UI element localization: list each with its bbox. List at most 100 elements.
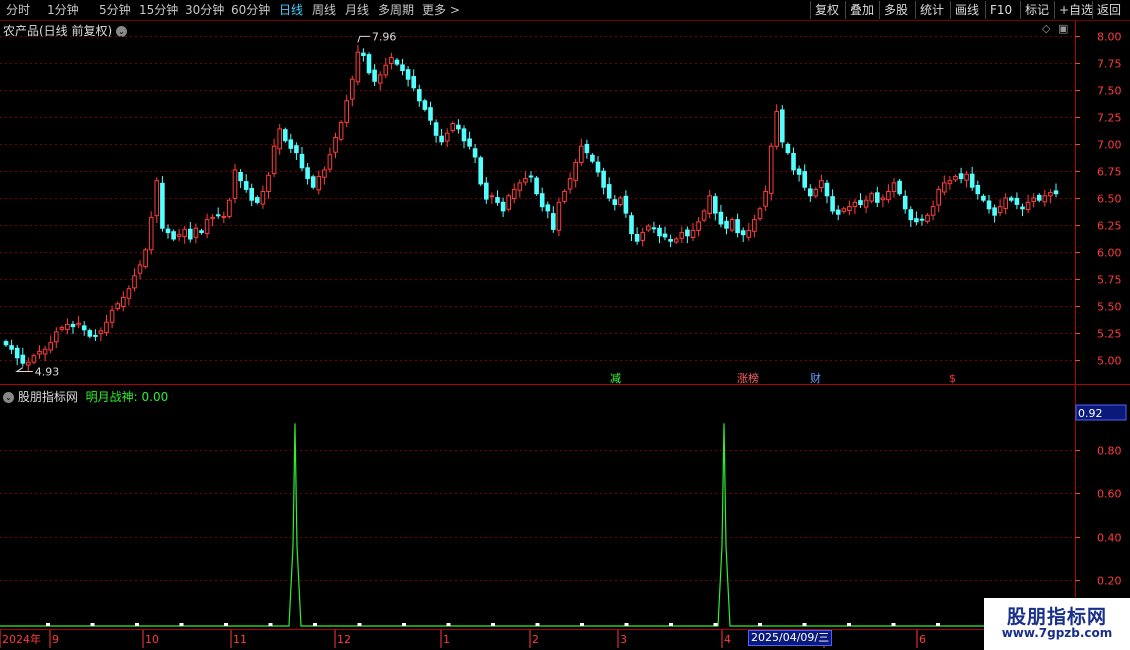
candle-down — [171, 231, 176, 240]
candle-up — [316, 175, 322, 191]
candle-up — [517, 182, 523, 191]
candle-up — [886, 191, 891, 201]
candle-up — [1042, 195, 1048, 203]
marker-jian[interactable]: 减 — [610, 372, 621, 385]
candle-down — [484, 182, 489, 200]
candle-down — [735, 219, 740, 234]
marker-cai[interactable]: 财 — [810, 371, 821, 385]
candle-up — [1031, 197, 1037, 202]
candle-up — [59, 327, 65, 330]
candle-down — [545, 204, 551, 212]
candle-up — [880, 197, 886, 201]
candle-up — [579, 145, 584, 163]
x-tick-label: 9 — [52, 633, 59, 646]
candle-down — [1014, 197, 1020, 205]
candle-up — [863, 199, 869, 208]
candle-down — [1009, 197, 1014, 201]
indicator-dot — [758, 623, 762, 626]
price-tick-label: 8.00 — [1097, 31, 1122, 44]
candle-down — [651, 227, 657, 230]
x-tick-label: 12 — [337, 633, 351, 646]
candle-up — [182, 228, 187, 237]
candle-up — [1048, 192, 1053, 197]
candle-up — [925, 214, 930, 222]
candle-down — [595, 161, 601, 173]
indicator-dot — [268, 623, 273, 626]
candle-up — [204, 219, 210, 234]
indicator-dot — [535, 623, 540, 626]
candle-down — [305, 167, 310, 180]
x-tick-label: 4 — [724, 633, 731, 646]
candle-down — [461, 128, 467, 142]
candle-up — [210, 216, 215, 220]
candle-up — [277, 128, 282, 150]
kline-chart[interactable]: 8.00 7.75 7.50 7.25 7.00 6.75 6.50 6.25 6.00 5.75… — [0, 0, 1130, 650]
candle-up — [266, 174, 271, 193]
candle-up — [936, 188, 942, 206]
candle-down — [657, 227, 662, 237]
candle-up — [489, 195, 495, 198]
candle-down — [969, 173, 975, 188]
candle-down — [914, 218, 919, 223]
candle-up — [154, 180, 160, 217]
candle-up — [852, 201, 858, 208]
candle-up — [1025, 201, 1031, 211]
candle-up — [227, 199, 232, 217]
candle-down — [478, 157, 483, 185]
candle-down — [199, 230, 204, 234]
candle-down — [405, 69, 411, 80]
price-tick-label: 6.25 — [1097, 220, 1122, 233]
indicator-tick-label: 0.40 — [1097, 532, 1122, 545]
indicator-dot — [357, 623, 362, 626]
candle-up — [389, 57, 394, 64]
candle-up — [338, 121, 344, 140]
candle-down — [629, 215, 634, 235]
main-y-axis: 8.00 7.75 7.50 7.25 7.00 6.75 6.50 6.25 6.00 5.75… — [1075, 31, 1122, 368]
watermark: 股朋指标网 www.7gpzb.com — [984, 598, 1130, 650]
candle-up — [121, 296, 126, 307]
candle-up — [690, 229, 696, 238]
candle-down — [634, 234, 640, 242]
candle-up — [98, 330, 104, 335]
candle-down — [606, 184, 612, 199]
price-tick-label: 6.75 — [1097, 166, 1122, 179]
candle-down — [9, 345, 14, 350]
candle-down — [495, 197, 500, 203]
low-pointer — [15, 367, 33, 373]
candle-up — [1003, 197, 1009, 209]
candle-down — [780, 109, 785, 143]
candle-down — [791, 153, 796, 171]
x-tick-label: 6 — [919, 633, 926, 646]
price-tick-label: 5.50 — [1097, 301, 1122, 314]
marker-zhangbang[interactable]: 涨榜 — [737, 371, 759, 385]
chart-frames — [0, 20, 1130, 630]
candle-down — [238, 172, 243, 182]
candle-up — [54, 331, 59, 343]
indicator-series — [0, 423, 985, 627]
x-tick-label: 1 — [443, 633, 450, 646]
candle-up — [148, 216, 154, 251]
candle-down — [902, 195, 908, 210]
x-tick-label: 11 — [233, 633, 247, 646]
candle-down — [724, 220, 729, 229]
candle-up — [763, 191, 768, 207]
candle-down — [718, 211, 724, 225]
candle-down — [87, 330, 93, 337]
candle-up — [37, 350, 42, 355]
candle-down — [740, 230, 746, 236]
candle-down — [165, 228, 171, 234]
candle-up — [65, 323, 70, 330]
candle-up — [942, 182, 947, 193]
marker-dollar[interactable]: $ — [949, 372, 956, 385]
candle-down — [785, 143, 791, 154]
candle-up — [383, 64, 389, 76]
indicator-dot — [713, 623, 718, 626]
candle-down — [992, 207, 997, 216]
indicator-dot — [802, 623, 807, 626]
price-tick-label: 5.00 — [1097, 355, 1122, 368]
indicator-grid — [0, 450, 1075, 581]
indicator-current-value: 0.92 — [1078, 407, 1103, 420]
candle-up — [997, 206, 1003, 214]
candle-down — [584, 143, 590, 154]
candle-down — [299, 153, 305, 169]
